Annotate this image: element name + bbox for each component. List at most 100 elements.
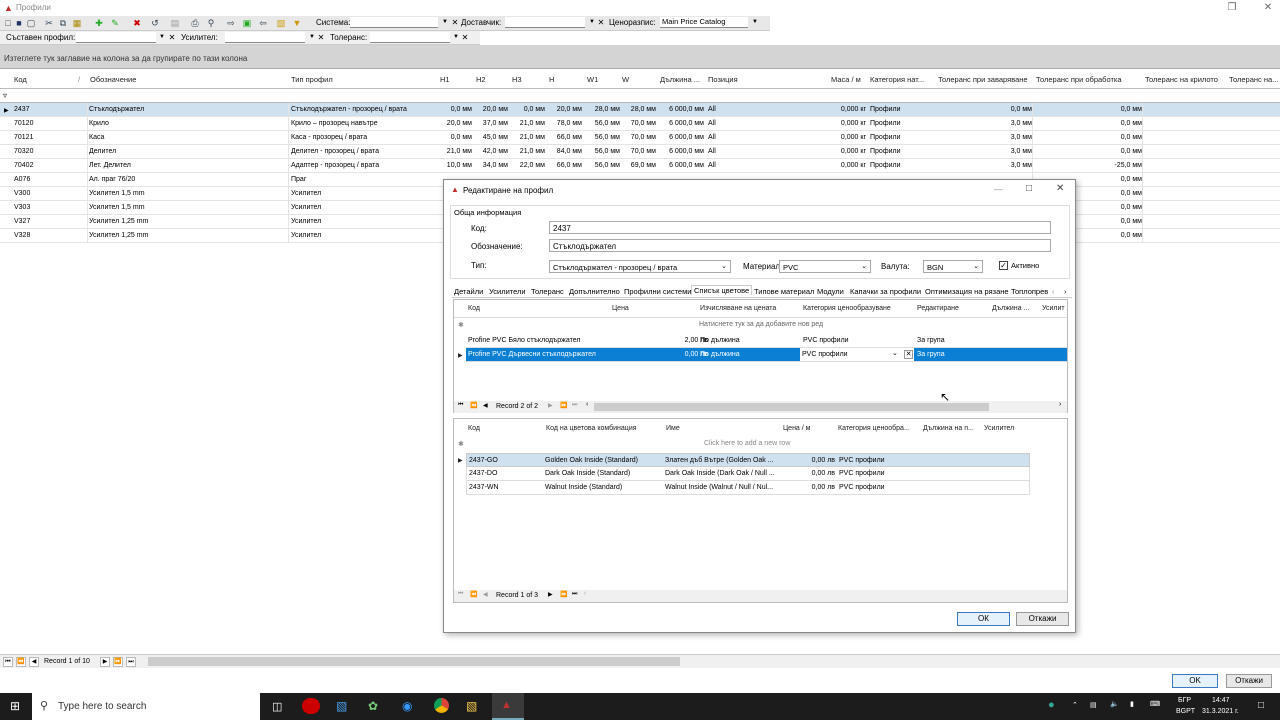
clear-icon[interactable]: ✕ <box>461 32 469 43</box>
table-row[interactable]: Profine PVC Бяло стъклодържател 2,00 лв … <box>466 334 1067 348</box>
dialog-cancel-button[interactable]: Откажи <box>1016 612 1069 626</box>
add-icon[interactable]: ✚ <box>94 18 104 28</box>
col-header-reinf[interactable]: Усилит <box>1042 305 1067 312</box>
col-header-code[interactable]: Код <box>14 75 27 84</box>
col-header-type[interactable]: Тип профил <box>291 75 333 84</box>
last-record-button[interactable]: ⏭ <box>572 591 577 598</box>
cancel-button[interactable]: Откажи <box>1226 674 1272 688</box>
tab-profile-caps[interactable]: Капачки за профили <box>850 287 921 296</box>
supplier-combo[interactable] <box>505 17 585 28</box>
last-record-button[interactable]: ⏭ <box>572 402 577 409</box>
app-taskbar-icon[interactable] <box>302 698 320 714</box>
col-header-w1[interactable]: W1 <box>587 75 598 84</box>
clear-icon[interactable]: ✕ <box>451 17 459 28</box>
folder-icon[interactable]: ▧ <box>466 699 477 713</box>
horizontal-scrollbar[interactable] <box>594 403 989 411</box>
filter-icon[interactable]: ▼ <box>292 18 302 28</box>
tab-tolerance[interactable]: Толеранс <box>531 287 564 296</box>
network-icon[interactable]: ▤ <box>1090 701 1097 709</box>
col-header-price[interactable]: Цена <box>612 305 629 312</box>
col-header-name[interactable]: Обозначение <box>90 75 136 84</box>
next-page-button[interactable]: ⏩ <box>113 657 123 667</box>
tab-profile-systems[interactable]: Профилни системи <box>624 287 691 296</box>
clear-icon[interactable]: ✕ <box>597 17 605 28</box>
save-icon[interactable]: ■ <box>14 18 24 28</box>
cut-icon[interactable]: ✂ <box>44 18 54 28</box>
chevron-down-icon[interactable]: ▼ <box>587 17 597 28</box>
windows-start-icon[interactable]: ⊞ <box>10 700 22 712</box>
save-as-icon[interactable]: ▢ <box>26 18 36 28</box>
language-indicator-2[interactable]: BGPT <box>1176 708 1195 715</box>
col-header-name[interactable]: Име <box>666 425 680 432</box>
group-panel[interactable]: Изтеглете тук заглавие на колона за да г… <box>0 45 1280 69</box>
composite-combo[interactable] <box>76 32 156 43</box>
tab-reinforcements[interactable]: Усилители <box>489 287 526 296</box>
import-icon[interactable]: ⇦ <box>258 18 268 28</box>
chevron-down-icon[interactable]: ▼ <box>440 17 450 28</box>
active-checkbox[interactable]: ✓ <box>999 261 1008 270</box>
table-row[interactable]: 70121 Каса Каса - прозорец / врата 0,0 м… <box>0 131 1280 145</box>
active-app-icon[interactable]: ▲ <box>492 693 524 720</box>
app-taskbar-icon[interactable]: ▧ <box>336 699 347 713</box>
category-cell-editor[interactable]: PVC профили ⌄ ✕ <box>800 348 914 361</box>
prev-page-button[interactable]: ⏪ <box>470 402 477 409</box>
paste-icon[interactable]: ▦ <box>72 18 82 28</box>
col-header-category[interactable]: Категория ценообра... <box>838 425 910 432</box>
col-header-h1[interactable]: H1 <box>440 75 450 84</box>
tolerance-combo[interactable] <box>370 32 450 43</box>
table-row[interactable]: 70320 Делител Делител - прозорец / врата… <box>0 145 1280 159</box>
next-record-button[interactable]: ▶ <box>548 591 553 598</box>
folder-icon[interactable]: ▧ <box>276 18 286 28</box>
col-header-mass[interactable]: Маса / м <box>831 75 861 84</box>
code-input[interactable]: 2437 <box>549 221 1051 234</box>
col-header-price[interactable]: Цена / м <box>783 425 810 432</box>
filter-icon[interactable]: ▿ <box>3 91 7 100</box>
tab-thermal[interactable]: Топлопрев <box>1011 287 1049 296</box>
next-record-button[interactable]: ▶ <box>100 657 110 667</box>
col-header-position[interactable]: Позиция <box>708 75 738 84</box>
tab-color-list[interactable]: Списък цветове <box>691 285 753 295</box>
tab-additional[interactable]: Допълнително <box>569 287 620 296</box>
clear-icon[interactable]: ✕ <box>904 350 913 359</box>
copy-icon[interactable]: ⧉ <box>58 18 68 28</box>
horizontal-scrollbar[interactable] <box>148 657 680 666</box>
battery-icon[interactable]: ▮ <box>1130 700 1134 708</box>
next-page-button[interactable]: ⏩ <box>560 402 567 409</box>
col-header-length[interactable]: Дължина ... <box>992 305 1029 312</box>
clock-date[interactable]: 31.3.2021 г. <box>1202 708 1239 715</box>
reinforcement-combo[interactable] <box>225 32 305 43</box>
chevron-left-icon[interactable]: ‹ <box>584 590 586 597</box>
clear-icon[interactable]: ✕ <box>168 32 176 43</box>
col-header-length[interactable]: Дължина ... <box>660 75 700 84</box>
maximize-icon[interactable]: □ <box>1026 183 1032 194</box>
ok-button[interactable]: OK <box>1172 674 1218 688</box>
dialog-ok-button[interactable]: ОК <box>957 612 1010 626</box>
first-record-button[interactable]: ⏮ <box>3 657 13 667</box>
restore-button[interactable]: ❐ <box>1220 0 1244 16</box>
first-record-button[interactable]: ⏮ <box>458 402 463 409</box>
col-header-code[interactable]: Код <box>468 305 480 312</box>
col-header-reinf[interactable]: Усилител <box>984 425 1014 432</box>
prev-record-button[interactable]: ◀ <box>483 591 488 598</box>
table-row[interactable]: 2437-WN Walnut Inside (Standard) Walnut … <box>466 481 1030 495</box>
currency-select[interactable]: BGN ⌄ <box>923 260 983 273</box>
prev-page-button[interactable]: ⏪ <box>16 657 26 667</box>
new-row[interactable]: ✱ Click here to add a new row <box>454 437 1030 450</box>
auto-filter-row[interactable]: ▿ <box>0 89 1280 103</box>
notification-icon[interactable]: □ <box>1258 700 1264 711</box>
name-input[interactable]: Стъклодържател <box>549 239 1051 252</box>
next-record-button[interactable]: ▶ <box>548 402 553 409</box>
col-header-color-combo[interactable]: Код на цветова комбинация <box>546 425 637 432</box>
col-header-edit[interactable]: Редактиране <box>917 305 959 312</box>
col-header-proc-tol[interactable]: Толеранс при обработка <box>1036 75 1122 84</box>
new-icon[interactable]: □ <box>3 18 13 28</box>
properties-icon[interactable]: ▤ <box>170 18 180 28</box>
prev-record-button[interactable]: ◀ <box>483 402 488 409</box>
export-icon[interactable]: ⇨ <box>226 18 236 28</box>
clear-icon[interactable]: ✕ <box>317 32 325 43</box>
first-record-button[interactable]: ⏮ <box>458 591 463 598</box>
print-icon[interactable]: ⎙ <box>190 18 200 28</box>
chevron-down-icon[interactable]: ▼ <box>750 17 760 28</box>
col-header-category[interactable]: Категория ценообразуване <box>803 305 891 312</box>
close-icon[interactable]: ✕ <box>1056 183 1064 194</box>
